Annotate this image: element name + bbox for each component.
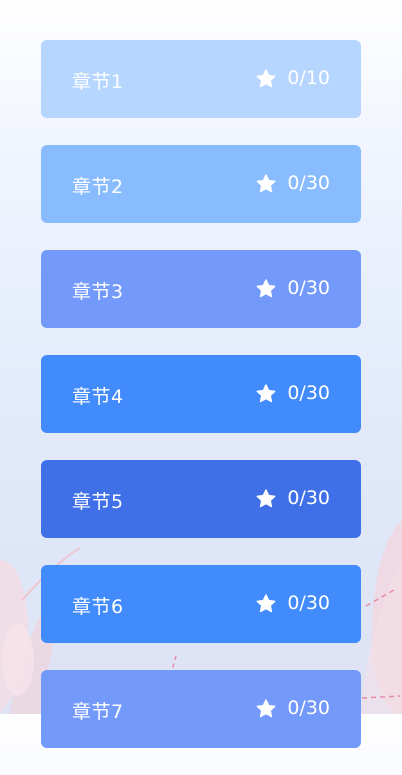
star-icon [255, 488, 277, 510]
chapter-title: 章节7 [72, 700, 124, 723]
star-icon [255, 698, 277, 720]
chapter-score: 0/30 [255, 172, 330, 195]
chapter-score: 0/30 [255, 382, 330, 405]
chapter-list: 章节1 0/10 章节2 0/30 章节3 0/30 章节4 0/30 章节5 … [41, 40, 361, 775]
chapter-card-2[interactable]: 章节2 0/30 [41, 145, 361, 223]
star-icon [255, 383, 277, 405]
chapter-card-1[interactable]: 章节1 0/10 [41, 40, 361, 118]
score-text: 0/10 [287, 67, 330, 89]
chapter-score: 0/30 [255, 697, 330, 720]
chapter-card-3[interactable]: 章节3 0/30 [41, 250, 361, 328]
score-text: 0/30 [287, 382, 330, 404]
star-icon [255, 68, 277, 90]
chapter-score: 0/30 [255, 277, 330, 300]
star-icon [255, 593, 277, 615]
score-text: 0/30 [287, 487, 330, 509]
score-text: 0/30 [287, 277, 330, 299]
chapter-score: 0/30 [255, 487, 330, 510]
chapter-title: 章节3 [72, 280, 124, 303]
chapter-score: 0/10 [255, 67, 330, 90]
chapter-card-5[interactable]: 章节5 0/30 [41, 460, 361, 538]
score-text: 0/30 [287, 172, 330, 194]
chapter-title: 章节2 [72, 175, 124, 198]
chapter-card-6[interactable]: 章节6 0/30 [41, 565, 361, 643]
star-icon [255, 173, 277, 195]
chapter-title: 章节5 [72, 490, 124, 513]
chapter-card-4[interactable]: 章节4 0/30 [41, 355, 361, 433]
score-text: 0/30 [287, 697, 330, 719]
chapter-title: 章节1 [72, 70, 124, 93]
chapter-score: 0/30 [255, 592, 330, 615]
chapter-title: 章节4 [72, 385, 124, 408]
chapter-title: 章节6 [72, 595, 124, 618]
chapter-card-7[interactable]: 章节7 0/30 [41, 670, 361, 748]
star-icon [255, 278, 277, 300]
score-text: 0/30 [287, 592, 330, 614]
